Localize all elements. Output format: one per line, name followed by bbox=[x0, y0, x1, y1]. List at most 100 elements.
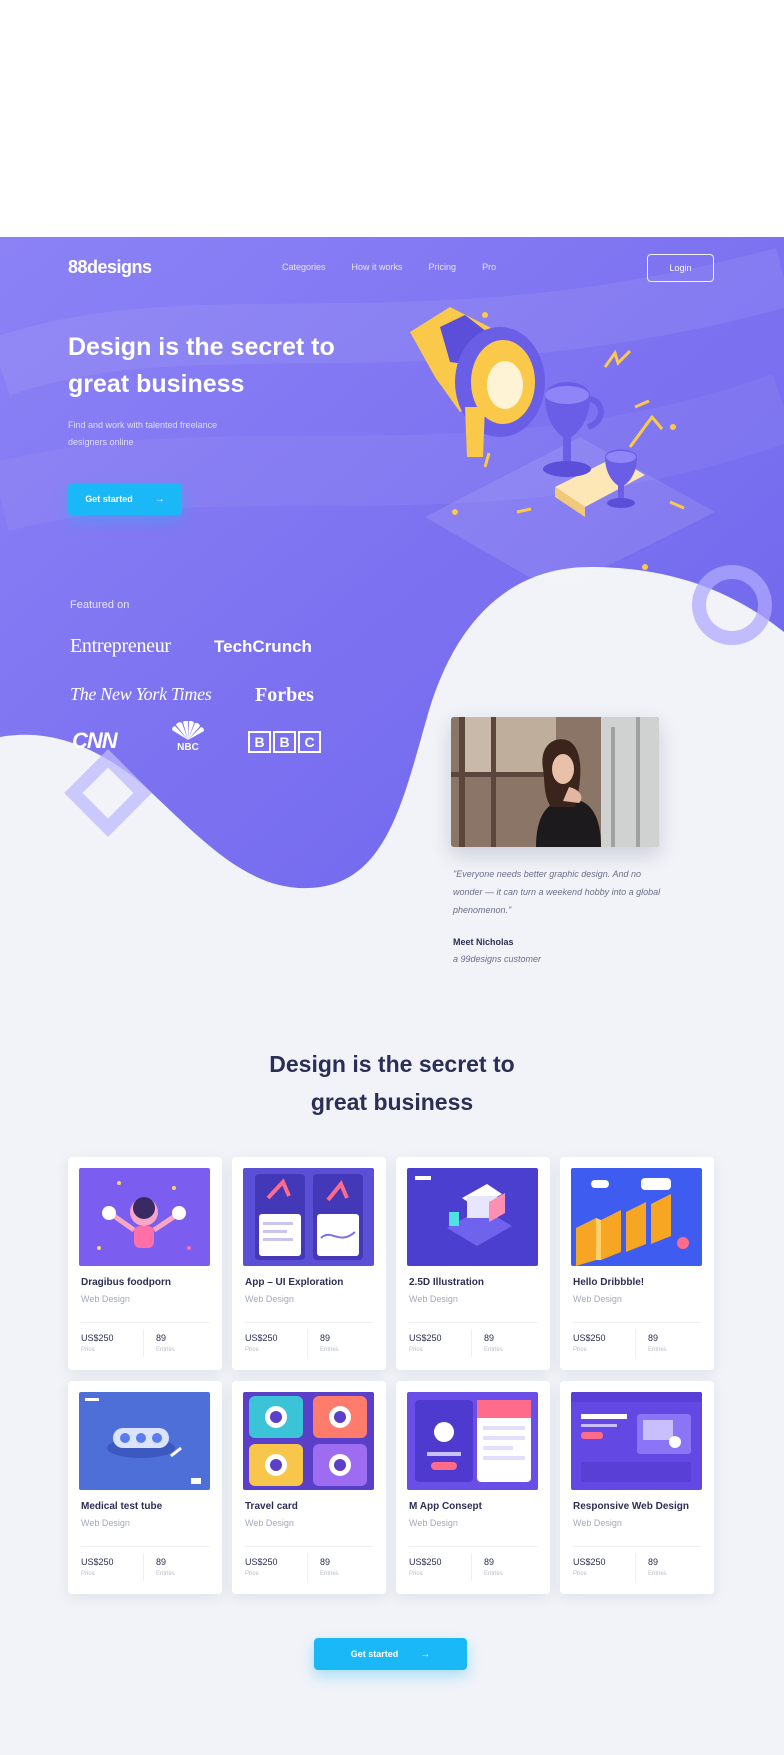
entrepreneur-logo: Entrepreneur bbox=[70, 635, 171, 657]
card-price: US$250 bbox=[573, 1333, 606, 1343]
testimonial-author: Meet Nicholas bbox=[453, 937, 514, 947]
design-card[interactable]: Hello Dribbble! Web Design US$250 Price … bbox=[560, 1157, 714, 1370]
card-entries: 89 bbox=[648, 1557, 659, 1567]
card-category: Web Design bbox=[245, 1294, 294, 1304]
card-title[interactable]: Travel card bbox=[245, 1501, 380, 1512]
card-price-label: Price bbox=[409, 1571, 423, 1577]
design-card[interactable]: Travel card Web Design US$250 Price 89 E… bbox=[232, 1381, 386, 1594]
testimonial-photo bbox=[451, 717, 659, 847]
testimonial-role: a 99designs customer bbox=[453, 954, 542, 964]
card-category: Web Design bbox=[245, 1518, 294, 1528]
nav-link-pro[interactable]: Pro bbox=[482, 262, 496, 272]
bbc-letter-b2: B bbox=[273, 731, 296, 753]
card-divider bbox=[409, 1322, 537, 1323]
decorative-ring bbox=[692, 565, 772, 645]
techcrunch-logo: TechCrunch bbox=[214, 637, 312, 656]
card-title[interactable]: Dragibus foodporn bbox=[81, 1277, 216, 1288]
card-entries: 89 bbox=[156, 1557, 167, 1567]
card-divider-vertical bbox=[307, 1553, 308, 1581]
nav-link-how-it-works[interactable]: How it works bbox=[352, 262, 403, 272]
card-divider-vertical bbox=[635, 1329, 636, 1357]
nytimes-logo: The New York Times bbox=[70, 684, 212, 704]
card-price: US$250 bbox=[573, 1557, 606, 1567]
card-entries-label: Entries bbox=[320, 1571, 339, 1577]
card-thumbnail bbox=[243, 1392, 374, 1490]
card-price-label: Price bbox=[245, 1347, 259, 1353]
card-divider-vertical bbox=[143, 1329, 144, 1357]
card-entries: 89 bbox=[156, 1333, 167, 1343]
forbes-logo: Forbes bbox=[255, 684, 314, 706]
card-title[interactable]: Hello Dribbble! bbox=[573, 1277, 708, 1288]
bbc-letter-b1: B bbox=[248, 731, 271, 753]
card-entries-label: Entries bbox=[648, 1571, 667, 1577]
section-title: Design is the secret to great business bbox=[269, 1051, 515, 1115]
card-entries: 89 bbox=[320, 1333, 331, 1343]
card-divider bbox=[573, 1322, 701, 1323]
nbc-logo: NBC bbox=[168, 720, 208, 753]
card-divider-vertical bbox=[471, 1329, 472, 1357]
landing-page: 88designs Categories How it works Pricin… bbox=[0, 237, 784, 1755]
nav-link-pricing[interactable]: Pricing bbox=[429, 262, 457, 272]
featured-on-label: Featured on bbox=[70, 599, 130, 611]
card-thumbnail bbox=[79, 1168, 210, 1266]
bottom-get-started-button[interactable]: Get started → bbox=[314, 1638, 467, 1670]
card-price-label: Price bbox=[573, 1571, 587, 1577]
card-divider-vertical bbox=[307, 1329, 308, 1357]
card-category: Web Design bbox=[409, 1294, 458, 1304]
card-title[interactable]: App – UI Exploration bbox=[245, 1277, 380, 1288]
card-entries-label: Entries bbox=[156, 1571, 175, 1577]
design-card[interactable]: Dragibus foodporn Web Design US$250 Pric… bbox=[68, 1157, 222, 1370]
card-category: Web Design bbox=[573, 1518, 622, 1528]
card-entries-label: Entries bbox=[648, 1347, 667, 1353]
card-category: Web Design bbox=[573, 1294, 622, 1304]
card-price-label: Price bbox=[245, 1571, 259, 1577]
card-entries-label: Entries bbox=[320, 1347, 339, 1353]
card-divider-vertical bbox=[143, 1553, 144, 1581]
bottom-get-started-label: Get started bbox=[350, 1649, 399, 1659]
design-card[interactable]: Responsive Web Design Web Design US$250 … bbox=[560, 1381, 714, 1594]
nav-links: Categories How it works Pricing Pro bbox=[282, 262, 496, 272]
nav-link-categories[interactable]: Categories bbox=[282, 262, 326, 272]
login-button[interactable]: Login bbox=[647, 254, 714, 282]
bbc-letter-c: C bbox=[298, 731, 321, 753]
hero-title: Design is the secret to great business bbox=[68, 333, 335, 398]
card-price-label: Price bbox=[81, 1571, 95, 1577]
card-price: US$250 bbox=[245, 1333, 278, 1343]
card-thumbnail bbox=[79, 1392, 210, 1490]
card-divider bbox=[245, 1322, 373, 1323]
design-card[interactable]: 2.5D Illustration Web Design US$250 Pric… bbox=[396, 1157, 550, 1370]
card-price-label: Price bbox=[81, 1347, 95, 1353]
testimonial-quote: "Everyone needs better graphic design. A… bbox=[453, 869, 661, 915]
design-card[interactable]: App – UI Exploration Web Design US$250 P… bbox=[232, 1157, 386, 1370]
arrow-right-icon: → bbox=[420, 1648, 431, 1660]
card-title[interactable]: Medical test tube bbox=[81, 1501, 216, 1512]
get-started-button[interactable]: Get started → bbox=[68, 483, 182, 515]
card-divider-vertical bbox=[471, 1553, 472, 1581]
get-started-label: Get started bbox=[85, 494, 133, 504]
card-divider bbox=[81, 1546, 209, 1547]
card-entries: 89 bbox=[648, 1333, 659, 1343]
card-thumbnail bbox=[571, 1168, 702, 1266]
card-divider bbox=[245, 1546, 373, 1547]
card-divider bbox=[81, 1322, 209, 1323]
card-price: US$250 bbox=[409, 1557, 442, 1567]
card-title[interactable]: 2.5D Illustration bbox=[409, 1277, 544, 1288]
card-price: US$250 bbox=[81, 1557, 114, 1567]
card-price: US$250 bbox=[245, 1557, 278, 1567]
card-title[interactable]: Responsive Web Design bbox=[573, 1501, 708, 1512]
card-title[interactable]: M App Consept bbox=[409, 1501, 544, 1512]
design-card[interactable]: Medical test tube Web Design US$250 Pric… bbox=[68, 1381, 222, 1594]
card-price-label: Price bbox=[409, 1347, 423, 1353]
card-divider bbox=[573, 1546, 701, 1547]
card-thumbnail bbox=[243, 1168, 374, 1266]
card-entries-label: Entries bbox=[484, 1571, 503, 1577]
bbc-logo: B B C bbox=[248, 731, 321, 753]
design-card[interactable]: M App Consept Web Design US$250 Price 89… bbox=[396, 1381, 550, 1594]
hero-subtitle: Find and work with talented freelance de… bbox=[68, 420, 218, 447]
card-price: US$250 bbox=[81, 1333, 114, 1343]
card-divider bbox=[409, 1546, 537, 1547]
peacock-icon bbox=[171, 720, 205, 740]
brand-logo[interactable]: 88designs bbox=[68, 257, 152, 278]
card-entries-label: Entries bbox=[484, 1347, 503, 1353]
card-divider-vertical bbox=[635, 1553, 636, 1581]
